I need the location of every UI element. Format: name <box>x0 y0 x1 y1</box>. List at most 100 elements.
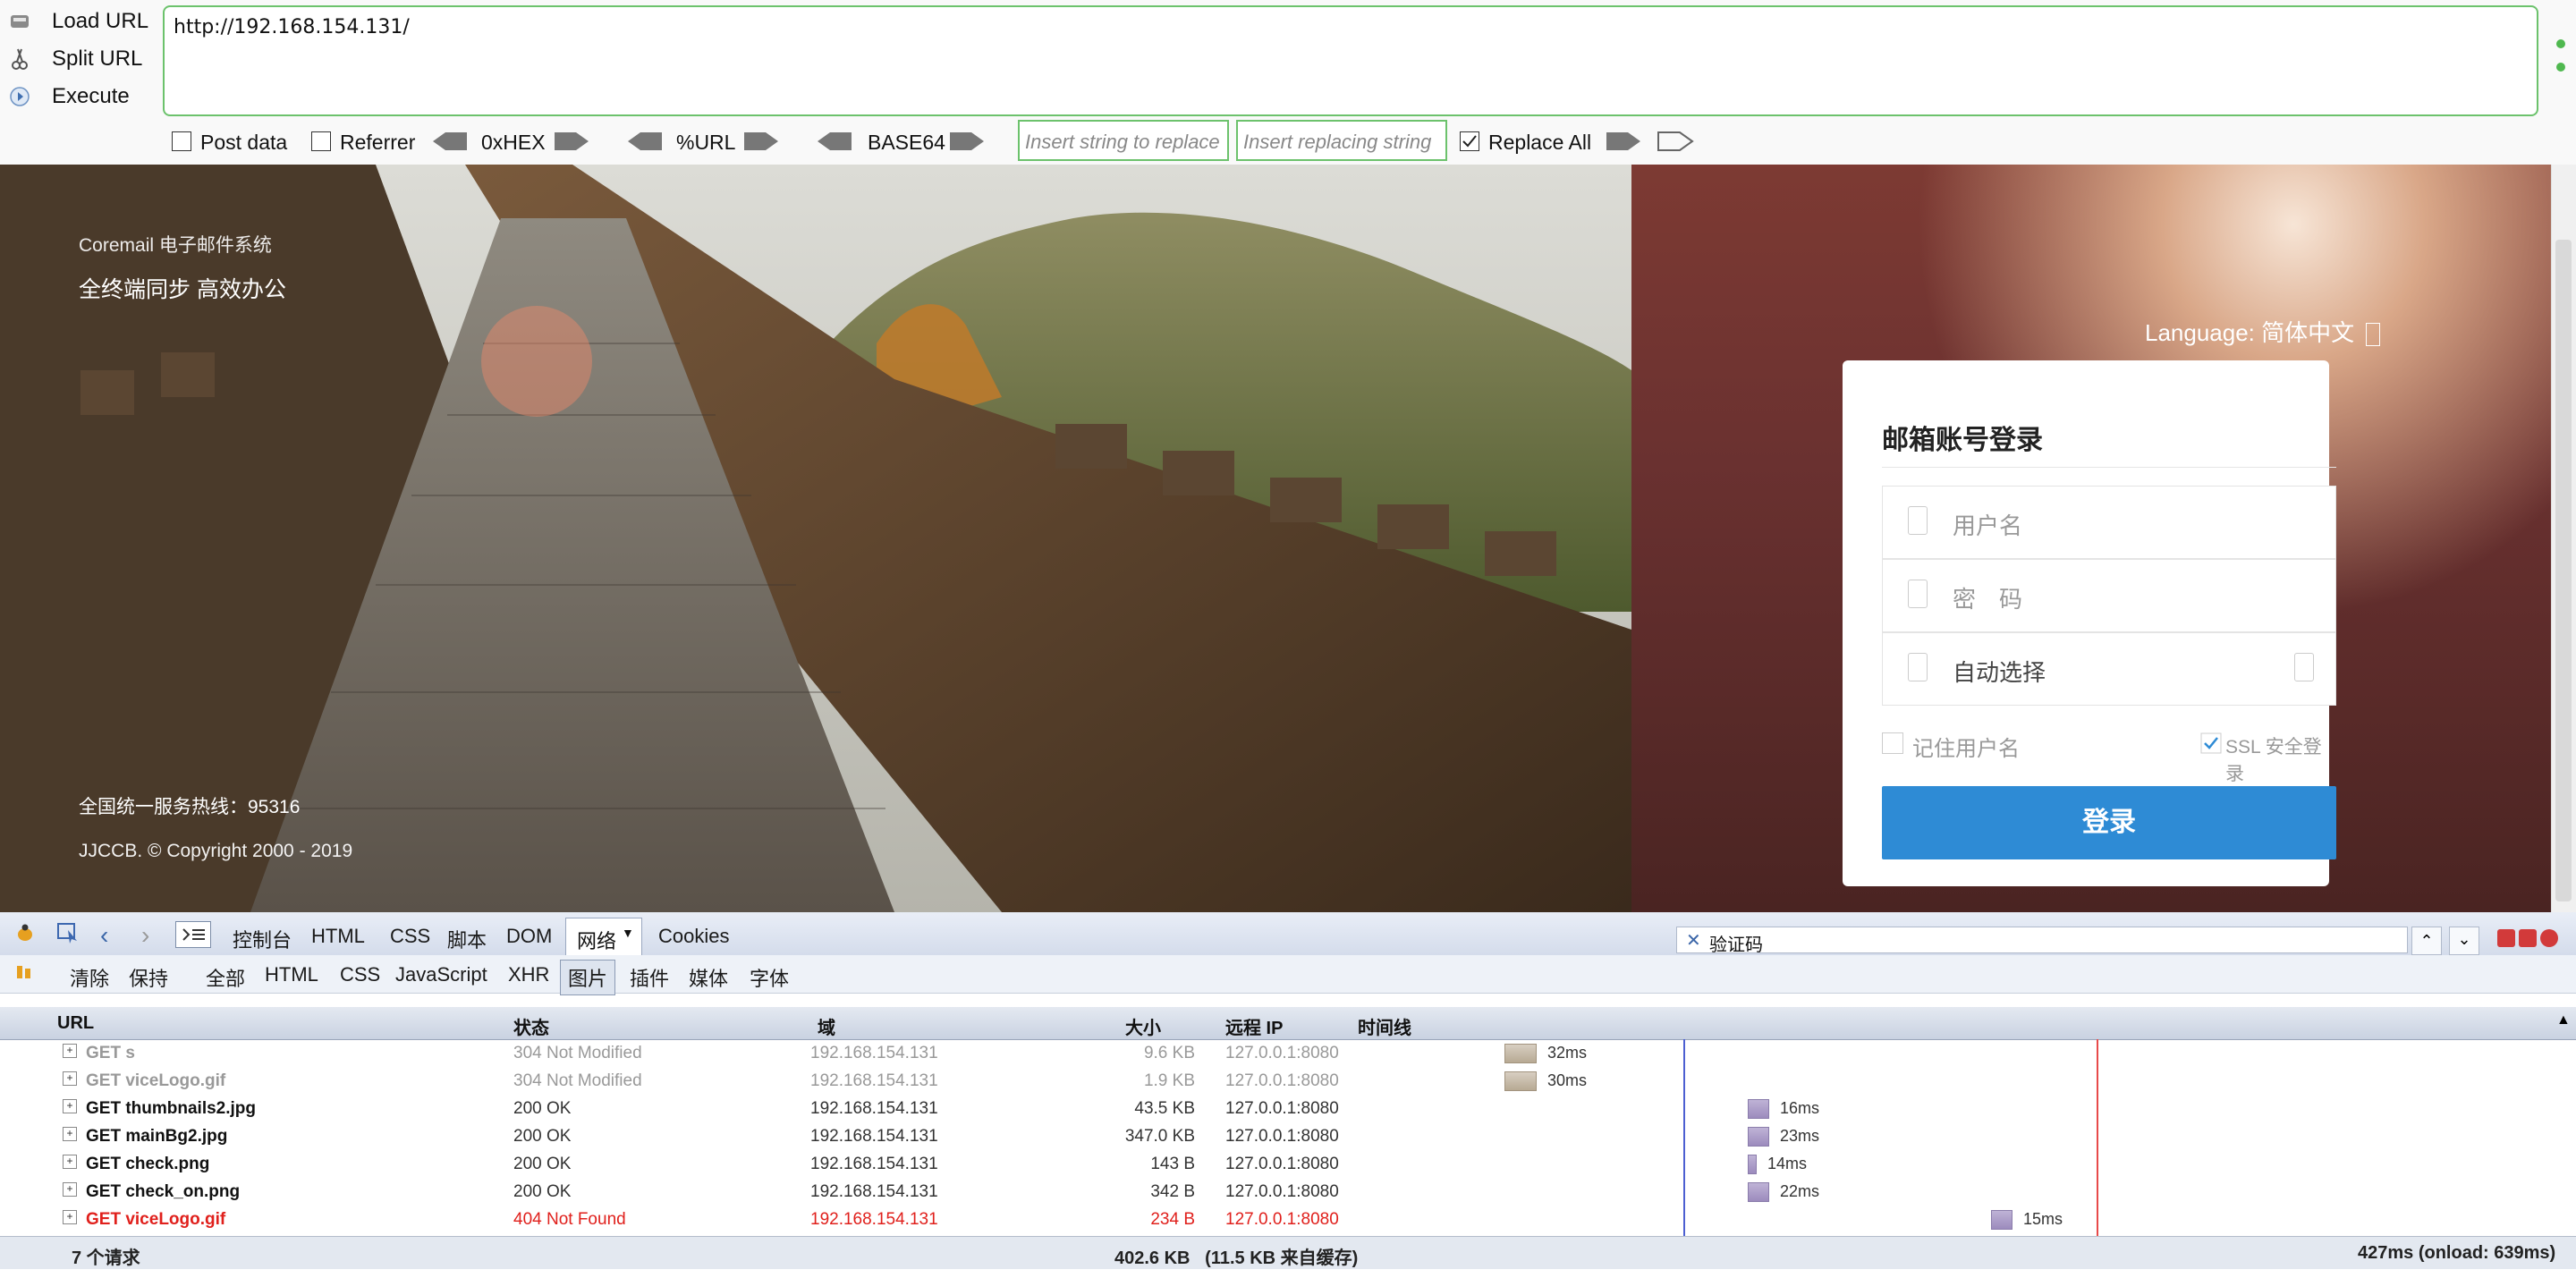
url-encode-arrow-icon[interactable] <box>742 130 780 153</box>
base64-label: BASE64 <box>868 131 945 154</box>
sort-up-icon[interactable]: ▲ <box>2556 1012 2571 1028</box>
login-button[interactable]: 登录 <box>1882 786 2336 859</box>
clear-button[interactable]: 清除 <box>70 963 109 992</box>
expand-icon[interactable]: + <box>63 1127 77 1141</box>
replace-arrow-icon[interactable] <box>1605 130 1642 153</box>
expand-icon[interactable]: + <box>63 1210 77 1224</box>
persist-button[interactable]: 保持 <box>129 963 168 992</box>
page-scrollbar[interactable] <box>2551 165 2576 912</box>
request-row[interactable]: + GET s 304 Not Modified 192.168.154.131 9.6… <box>0 1039 2576 1067</box>
request-time: 15ms <box>2023 1210 2063 1228</box>
scissors-icon <box>7 47 32 72</box>
clear-search-icon[interactable]: ✕ <box>1686 929 1701 952</box>
hackbar-toolbar: Load URL Split URL Execute http://192.16… <box>0 0 2576 165</box>
expand-icon[interactable]: + <box>63 1182 77 1197</box>
back-icon[interactable]: ‹ <box>100 921 108 950</box>
remember-checkbox[interactable] <box>1882 732 1903 754</box>
referrer-label: Referrer <box>340 131 416 154</box>
tab-css[interactable]: CSS <box>390 925 430 948</box>
request-url[interactable]: GET viceLogo.gif <box>86 1071 225 1091</box>
request-url[interactable]: GET check.png <box>86 1155 209 1174</box>
inspect-icon[interactable] <box>55 921 80 944</box>
filter-javascript[interactable]: JavaScript <box>395 963 487 986</box>
request-row[interactable]: + GET viceLogo.gif 304 Not Modified 192.168… <box>0 1067 2576 1095</box>
request-status: 200 OK <box>513 1099 572 1118</box>
replace-string-input[interactable]: Insert string to replace <box>1018 120 1229 161</box>
tab-script[interactable]: 脚本 <box>447 925 487 953</box>
network-filter-bar: 清除 保持 全部 HTML CSS JavaScript XHR 图片 插件 媒… <box>0 955 2576 995</box>
replace-all-checkbox[interactable] <box>1460 131 1479 151</box>
hex-encode-arrow-icon[interactable] <box>553 130 590 153</box>
col-timeline[interactable]: 时间线 <box>1358 1013 1411 1039</box>
filter-fonts[interactable]: 字体 <box>750 963 789 992</box>
request-row[interactable]: + GET check_on.png 200 OK 192.168.154.131 34… <box>0 1178 2576 1206</box>
request-remote-ip: 127.0.0.1:8080 <box>1225 1044 1339 1062</box>
language-selector[interactable]: Language: 简体中文 <box>2145 315 2381 348</box>
filter-images[interactable]: 图片 <box>560 960 616 995</box>
request-time: 22ms <box>1780 1182 1820 1200</box>
prev-match-icon[interactable]: ⌃ <box>2411 927 2442 955</box>
play-icon <box>7 84 32 109</box>
request-row[interactable]: + GET check.png 200 OK 192.168.154.131 143 B… <box>0 1150 2576 1178</box>
username-input[interactable]: 用户名 <box>1882 486 2336 559</box>
request-row[interactable]: + GET mainBg2.jpg 200 OK 192.168.154.131 347… <box>0 1122 2576 1150</box>
check-icon <box>1462 135 1477 148</box>
search-input[interactable]: ✕ 验证码 <box>1676 927 2408 955</box>
ssl-checkbox[interactable] <box>2200 732 2222 754</box>
col-domain[interactable]: 域 <box>818 1013 835 1039</box>
user-icon <box>1908 506 1928 535</box>
minimize-icon[interactable] <box>2497 929 2515 947</box>
load-url-button[interactable]: Load URL <box>0 4 161 39</box>
filter-all[interactable]: 全部 <box>206 963 245 992</box>
hex-decode-arrow-icon[interactable] <box>431 130 469 153</box>
tab-html[interactable]: HTML <box>311 925 365 948</box>
request-remote-ip: 127.0.0.1:8080 <box>1225 1071 1339 1090</box>
request-url[interactable]: GET check_on.png <box>86 1182 240 1202</box>
col-url[interactable]: URL <box>57 1013 94 1034</box>
base64-decode-arrow-icon[interactable] <box>816 130 853 153</box>
filter-xhr[interactable]: XHR <box>508 963 549 986</box>
close-icon[interactable] <box>2540 929 2558 947</box>
filter-plugins[interactable]: 插件 <box>630 963 669 992</box>
scrollbar-thumb[interactable] <box>2555 240 2572 901</box>
expand-icon[interactable]: + <box>63 1044 77 1058</box>
request-url[interactable]: GET s <box>86 1044 135 1063</box>
request-url[interactable]: GET viceLogo.gif <box>86 1210 225 1230</box>
base64-encode-arrow-icon[interactable] <box>948 130 986 153</box>
command-line-icon[interactable] <box>175 921 211 948</box>
request-url[interactable]: GET thumbnails2.jpg <box>86 1099 256 1119</box>
col-status[interactable]: 状态 <box>513 1013 549 1039</box>
request-remote-ip: 127.0.0.1:8080 <box>1225 1182 1339 1201</box>
password-input[interactable]: 密 码 <box>1882 559 2336 632</box>
request-url[interactable]: GET mainBg2.jpg <box>86 1127 227 1147</box>
domain-select-value: 自动选择 <box>1953 659 2046 686</box>
split-url-button[interactable]: Split URL <box>0 41 161 77</box>
expand-icon[interactable]: + <box>63 1071 77 1086</box>
execute-button[interactable]: Execute <box>0 79 161 114</box>
replacing-string-input[interactable]: Insert replacing string <box>1236 120 1447 161</box>
next-arrow-icon[interactable] <box>1657 130 1694 153</box>
tab-cookies[interactable]: Cookies <box>658 925 729 948</box>
url-textarea[interactable]: http://192.168.154.131/ <box>163 5 2538 116</box>
expand-icon[interactable]: + <box>63 1155 77 1169</box>
post-data-checkbox[interactable] <box>172 131 191 151</box>
forward-icon[interactable]: › <box>141 921 149 950</box>
firebug-bug-icon[interactable] <box>14 923 36 943</box>
col-size[interactable]: 大小 <box>1125 1013 1161 1039</box>
tab-console[interactable]: 控制台 <box>233 925 292 953</box>
next-match-icon[interactable]: ⌄ <box>2449 927 2479 955</box>
detach-icon[interactable] <box>2519 929 2537 947</box>
tab-network[interactable]: 网络 ▼ <box>565 918 642 955</box>
hex-label: 0xHEX <box>481 131 546 154</box>
request-row[interactable]: + GET viceLogo.gif 404 Not Found 192.168.15… <box>0 1206 2576 1233</box>
request-row[interactable]: + GET thumbnails2.jpg 200 OK 192.168.154.13… <box>0 1095 2576 1122</box>
url-decode-arrow-icon[interactable] <box>626 130 664 153</box>
tab-dom[interactable]: DOM <box>506 925 552 948</box>
domain-select[interactable]: 自动选择 <box>1882 632 2336 706</box>
referrer-checkbox[interactable] <box>311 131 331 151</box>
filter-media[interactable]: 媒体 <box>689 963 728 992</box>
filter-html[interactable]: HTML <box>265 963 318 986</box>
expand-icon[interactable]: + <box>63 1099 77 1113</box>
col-remote-ip[interactable]: 远程 IP <box>1225 1013 1283 1039</box>
filter-css[interactable]: CSS <box>340 963 380 986</box>
